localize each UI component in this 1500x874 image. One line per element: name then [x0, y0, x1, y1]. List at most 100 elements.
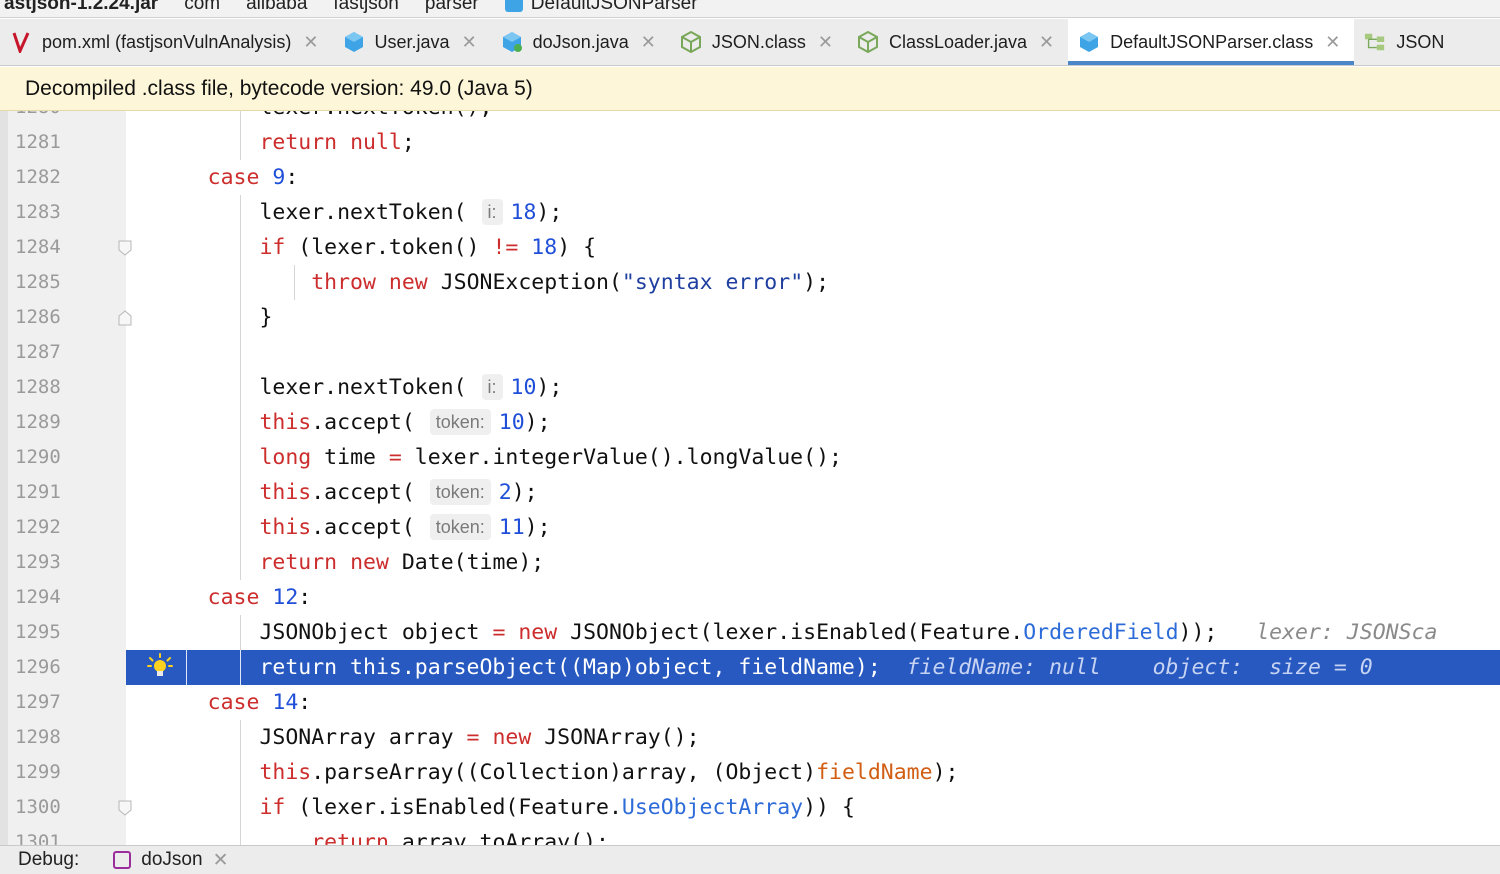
debug-session-tab[interactable]: doJson — [141, 849, 202, 871]
code-text: this.parseArray((Collection)array, (Obje… — [259, 760, 959, 785]
code-text: } — [130, 305, 273, 330]
code-text: if (lexer.isEnabled(Feature.UseObjectArr… — [259, 795, 855, 820]
line-number: 1300 — [15, 796, 61, 818]
code-text: this.accept( token: 2); — [259, 479, 538, 505]
close-icon[interactable]: ✕ — [1039, 32, 1054, 53]
tab-label: DefaultJSONParser.class — [1110, 31, 1314, 52]
tab-label: doJson.java — [532, 31, 629, 52]
close-icon[interactable]: ✕ — [641, 32, 656, 53]
code-line[interactable]: 1281 return null; — [0, 125, 1500, 160]
inline-debug-value: fieldName: null — [906, 655, 1101, 680]
tab-json-structure[interactable]: JSON — [1354, 19, 1458, 65]
line-number: 1297 — [15, 691, 61, 713]
code-text: long time = lexer.integerValue().longVal… — [259, 445, 842, 470]
structure-icon — [1364, 31, 1386, 53]
code-text: lexer.nextToken( i: 18); — [130, 199, 563, 225]
code-line[interactable]: 1295 JSONObject object = new JSONObject(… — [0, 615, 1500, 650]
maven-icon — [10, 31, 32, 53]
code-line[interactable]: 1282 case 9: — [0, 160, 1500, 195]
java-class-icon — [504, 0, 523, 13]
line-number: 1292 — [15, 516, 61, 538]
breadcrumb-item-parser[interactable]: parser — [425, 0, 479, 15]
code-line[interactable]: 1300 if (lexer.isEnabled(Feature.UseObje… — [0, 790, 1500, 825]
code-line[interactable]: 1290 long time = lexer.integerValue().lo… — [0, 440, 1500, 475]
code-lines: 1280 lexer.nextToken(); 1281 return null… — [0, 111, 1500, 845]
code-line[interactable]: 1286 } — [0, 300, 1500, 335]
code-text: case 9: — [207, 165, 299, 190]
breadcrumb-class-label: DefaultJSONParser — [530, 0, 698, 14]
param-hint: token: — [429, 409, 491, 435]
code-text: return null; — [259, 130, 415, 155]
line-number: 1296 — [15, 656, 61, 678]
code-line[interactable]: 1288 lexer.nextToken( i: 10); — [0, 370, 1500, 405]
java-class-icon — [343, 31, 365, 53]
line-number: 1281 — [15, 131, 61, 153]
current-execution-line[interactable]: 1296 return this.parseObject((Map)object… — [0, 650, 1500, 685]
breadcrumb-item-fastjson[interactable]: fastjson — [333, 0, 398, 15]
close-icon[interactable]: ✕ — [1325, 32, 1340, 53]
param-hint: token: — [429, 514, 491, 540]
close-icon[interactable]: ✕ — [213, 849, 229, 872]
abstract-class-icon — [857, 31, 879, 53]
code-line[interactable]: 1283 lexer.nextToken( i: 18); — [0, 195, 1500, 230]
line-number: 1294 — [15, 586, 61, 608]
breadcrumb: astjson-1.2.24.jar com alibaba fastjson … — [0, 0, 1500, 18]
code-text: case 14: — [207, 690, 312, 715]
close-icon[interactable]: ✕ — [303, 32, 318, 53]
code-text: return array.toArray(); — [311, 830, 609, 845]
tab-pom-xml[interactable]: pom.xml (fastjsonVulnAnalysis) ✕ — [0, 19, 333, 65]
tab-dojson-java[interactable]: doJson.java ✕ — [491, 19, 670, 65]
decompiled-banner: Decompiled .class file, bytecode version… — [0, 67, 1500, 111]
breadcrumb-item-class[interactable]: DefaultJSONParser — [504, 0, 698, 15]
inline-debug-value: object: size = 0 — [1152, 655, 1373, 680]
code-line[interactable]: 1301 return array.toArray(); — [0, 825, 1500, 845]
code-line[interactable]: 1289 this.accept( token: 10); — [0, 405, 1500, 440]
code-text: lexer.nextToken(); — [130, 111, 492, 125]
line-number: 1286 — [15, 306, 61, 328]
line-number: 1293 — [15, 551, 61, 573]
inline-debug-value: lexer: JSONSca — [1256, 620, 1438, 645]
code-text: lexer.nextToken( i: 10); — [130, 374, 563, 400]
breadcrumb-item-jar[interactable]: astjson-1.2.24.jar — [4, 0, 158, 15]
line-number: 1295 — [15, 621, 61, 643]
line-number: 1288 — [15, 376, 61, 398]
breadcrumb-item-com[interactable]: com — [184, 0, 220, 15]
code-line[interactable]: 1298 JSONArray array = new JSONArray(); — [0, 720, 1500, 755]
line-number: 1282 — [15, 166, 61, 188]
abstract-class-icon — [680, 31, 702, 53]
tab-json-class[interactable]: JSON.class ✕ — [670, 19, 847, 65]
code-text: JSONObject object = new JSONObject(lexer… — [130, 620, 1438, 645]
code-line[interactable]: 1284 if (lexer.token() != 18) { — [0, 230, 1500, 265]
code-line[interactable]: 1299 this.parseArray((Collection)array, … — [0, 755, 1500, 790]
line-number: 1289 — [15, 411, 61, 433]
param-hint: token: — [429, 479, 491, 505]
line-number: 1285 — [15, 271, 61, 293]
debug-tool-window-bar: Debug: doJson ✕ — [0, 845, 1500, 874]
tab-classloader-java[interactable]: ClassLoader.java ✕ — [847, 19, 1068, 65]
tab-label: JSON — [1396, 31, 1445, 52]
code-line[interactable]: 1294 case 12: — [0, 580, 1500, 615]
tab-label: JSON.class — [711, 31, 806, 52]
tab-defaultjsonparser-class[interactable]: DefaultJSONParser.class ✕ — [1068, 19, 1355, 65]
line-number: 1284 — [15, 236, 61, 258]
java-class-icon — [501, 31, 523, 53]
line-number: 1283 — [15, 201, 61, 223]
close-icon[interactable]: ✕ — [462, 32, 477, 53]
tab-user-java[interactable]: User.java ✕ — [333, 19, 491, 65]
code-line[interactable]: 1293 return new Date(time); — [0, 545, 1500, 580]
code-line[interactable]: 1280 lexer.nextToken(); — [0, 111, 1500, 125]
code-text: if (lexer.token() != 18) { — [259, 235, 597, 260]
breadcrumb-item-alibaba[interactable]: alibaba — [246, 0, 307, 15]
code-line[interactable]: 1292 this.accept( token: 11); — [0, 510, 1500, 545]
code-line[interactable]: 1287 — [0, 335, 1500, 370]
code-line[interactable]: 1291 this.accept( token: 2); — [0, 475, 1500, 510]
line-number: 1298 — [15, 726, 61, 748]
close-icon[interactable]: ✕ — [818, 32, 833, 53]
debug-label: Debug: — [18, 849, 80, 870]
tab-label: User.java — [374, 31, 450, 52]
line-number: 1301 — [15, 831, 61, 845]
code-line[interactable]: 1285 throw new JSONException("syntax err… — [0, 265, 1500, 300]
code-editor[interactable]: 1280 lexer.nextToken(); 1281 return null… — [0, 111, 1500, 845]
code-text: return this.parseObject((Map)object, fie… — [130, 655, 1373, 680]
code-line[interactable]: 1297 case 14: — [0, 685, 1500, 720]
